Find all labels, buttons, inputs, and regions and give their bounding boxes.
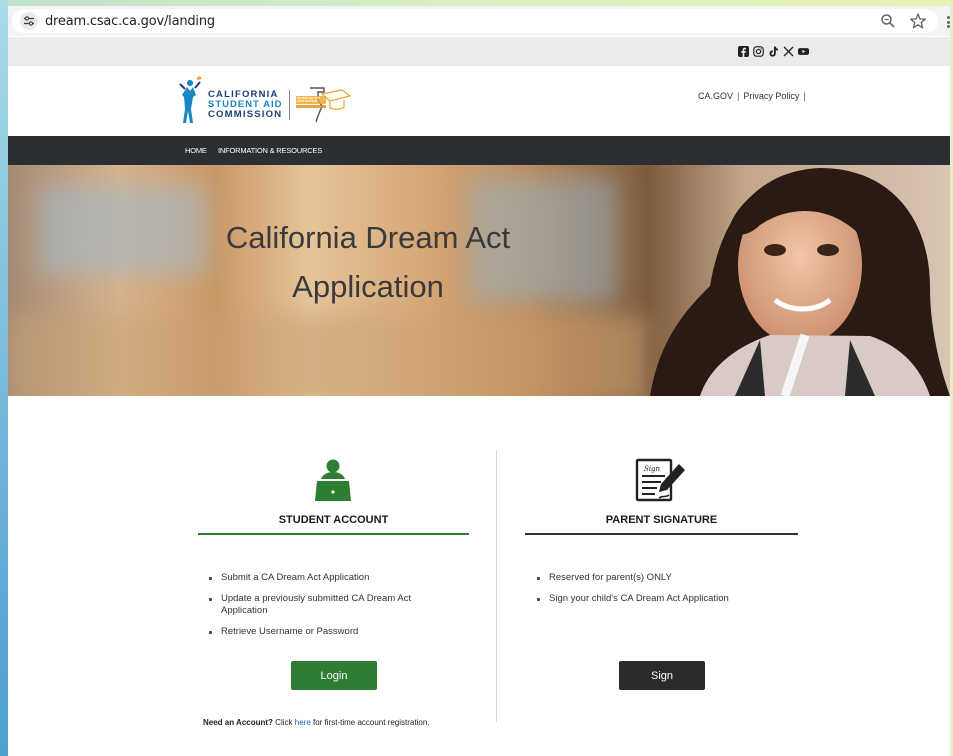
logo-badge: CA DREAM ACT APPLICATION bbox=[297, 96, 320, 103]
csac-logo[interactable]: CALIFORNIA STUDENT AID COMMISSION CA DRE… bbox=[178, 76, 358, 128]
site-info-icon[interactable] bbox=[20, 12, 38, 30]
list-item: Submit a CA Dream Act Application bbox=[208, 572, 458, 584]
register-link[interactable]: here bbox=[295, 718, 311, 727]
logo-divider bbox=[289, 90, 290, 120]
hero-title: California Dream Act Application bbox=[225, 220, 511, 304]
logo-text: CALIFORNIA STUDENT AID COMMISSION bbox=[208, 89, 283, 120]
zoom-icon[interactable] bbox=[879, 12, 897, 30]
register-text: Need an Account? Click here for first-ti… bbox=[203, 718, 430, 727]
student-title-rule bbox=[198, 533, 469, 535]
omnibox[interactable]: dream.csac.ca.gov/landing bbox=[12, 9, 938, 33]
instagram-icon[interactable] bbox=[753, 46, 764, 57]
link-separator: | bbox=[737, 91, 740, 101]
login-button[interactable]: Login bbox=[291, 661, 377, 690]
sign-button[interactable]: Sign bbox=[619, 661, 705, 690]
privacy-policy-link[interactable]: Privacy Policy bbox=[743, 91, 799, 101]
link-separator: | bbox=[803, 91, 806, 101]
dream-act-logo-icon bbox=[296, 87, 351, 123]
desktop-left-edge bbox=[0, 0, 8, 756]
tiktok-icon[interactable] bbox=[768, 46, 779, 57]
list-item: Sign your child's CA Dream Act Applicati… bbox=[536, 593, 786, 605]
x-icon[interactable] bbox=[783, 46, 794, 57]
student-bullet-list: Submit a CA Dream Act Application Update… bbox=[208, 572, 458, 647]
nav-information-resources[interactable]: INFORMATION & RESOURCES bbox=[218, 146, 322, 155]
url-text[interactable]: dream.csac.ca.gov/landing bbox=[45, 14, 215, 29]
student-account-title: STUDENT ACCOUNT bbox=[278, 514, 389, 526]
student-photo bbox=[650, 168, 950, 396]
hero-background-wall bbox=[8, 315, 648, 396]
main-nav: HOME INFORMATION & RESOURCES bbox=[8, 136, 950, 165]
site-header: CALIFORNIA STUDENT AID COMMISSION CA DRE… bbox=[8, 66, 950, 136]
list-item: Retrieve Username or Password bbox=[208, 626, 458, 638]
list-item: Reserved for parent(s) ONLY bbox=[536, 572, 786, 584]
bookmark-star-icon[interactable] bbox=[909, 12, 927, 30]
parent-title-rule bbox=[525, 533, 798, 535]
signature-document-icon: Sign bbox=[635, 458, 685, 502]
header-links: CA.GOV | Privacy Policy | bbox=[698, 91, 810, 101]
browser-menu-icon[interactable] bbox=[947, 16, 950, 28]
nav-home[interactable]: HOME bbox=[185, 146, 207, 155]
facebook-icon[interactable] bbox=[738, 46, 749, 57]
youtube-icon[interactable] bbox=[798, 46, 809, 57]
list-item: Update a previously submitted CA Dream A… bbox=[208, 593, 458, 617]
ca-gov-link[interactable]: CA.GOV bbox=[698, 91, 733, 101]
hero-background-window bbox=[38, 185, 208, 275]
hero-banner: California Dream Act Application bbox=[8, 165, 950, 396]
parent-bullet-list: Reserved for parent(s) ONLY Sign your ch… bbox=[536, 572, 786, 614]
svg-text:Sign: Sign bbox=[644, 465, 661, 473]
parent-signature-title: PARENT SIGNATURE bbox=[605, 514, 718, 526]
browser-address-bar: dream.csac.ca.gov/landing bbox=[8, 6, 950, 36]
student-laptop-icon bbox=[315, 459, 351, 501]
panel-divider bbox=[496, 450, 497, 722]
social-bar bbox=[8, 37, 950, 66]
csac-figure-icon bbox=[179, 76, 202, 123]
